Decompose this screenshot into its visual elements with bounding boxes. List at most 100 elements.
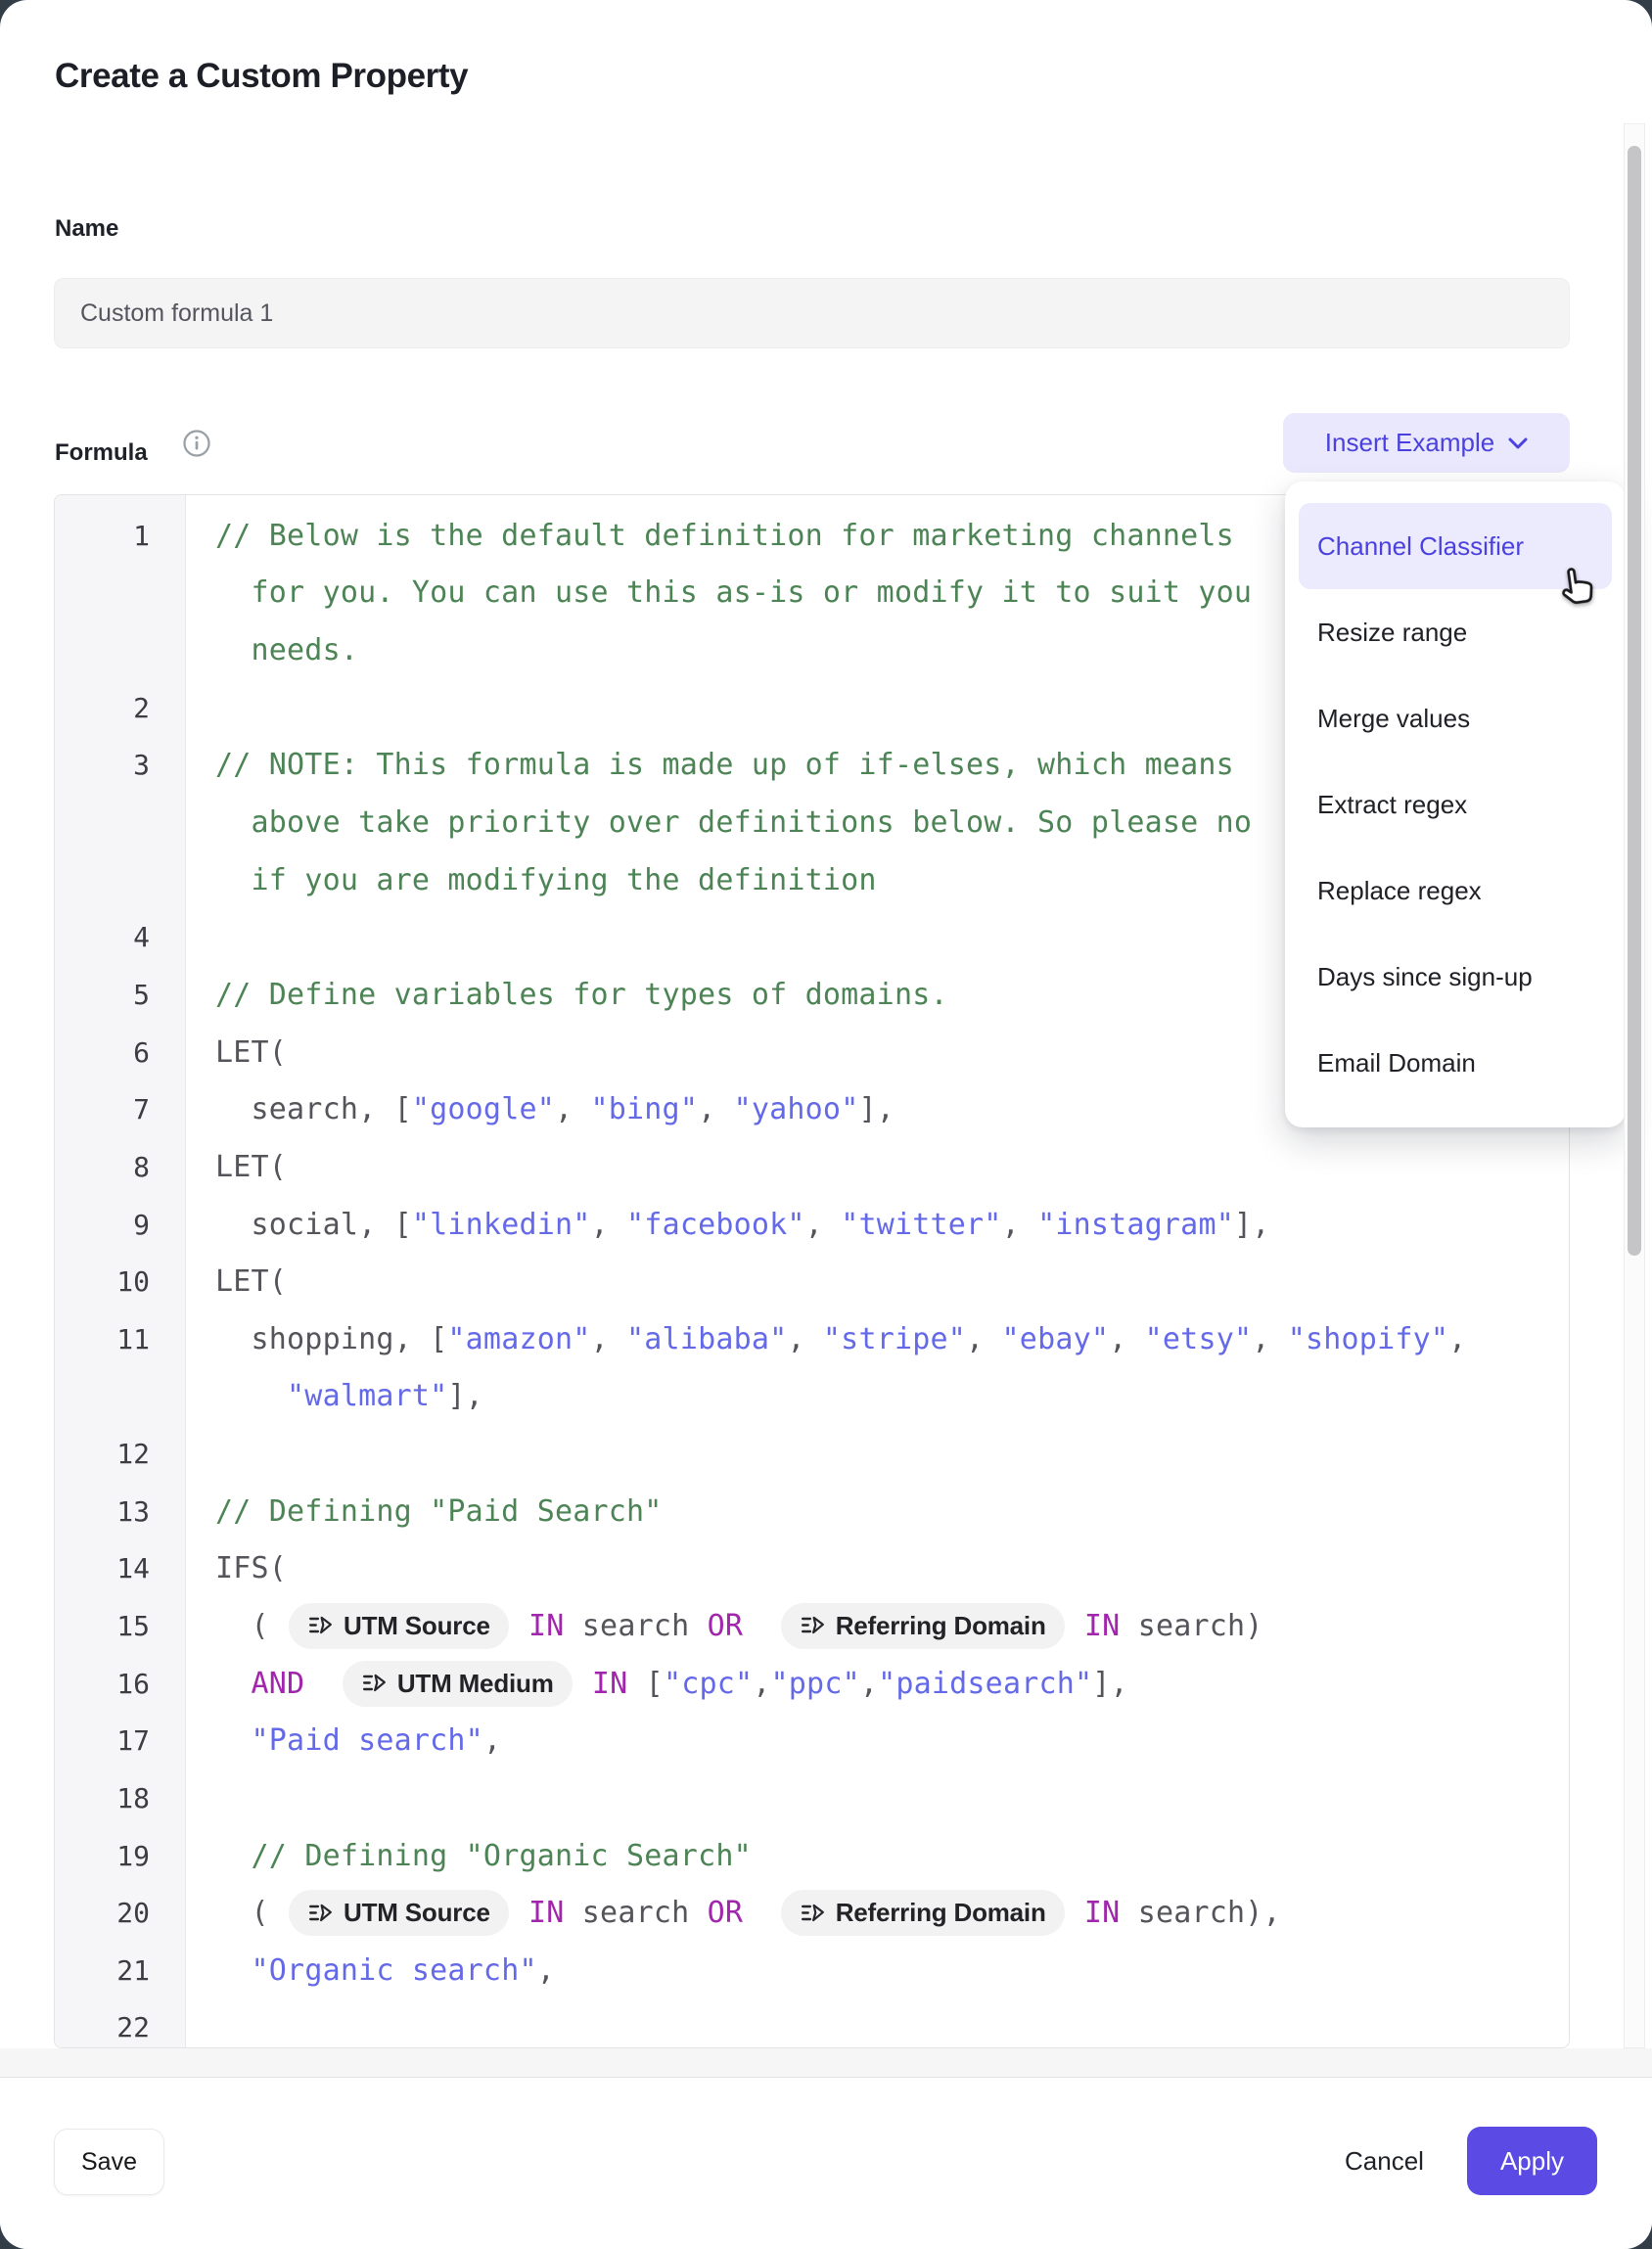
code-token-code: [511, 1609, 528, 1643]
code-line[interactable]: 12: [55, 1425, 1569, 1483]
code-line[interactable]: 8LET(: [55, 1138, 1569, 1196]
code-token-string: "walmart": [287, 1379, 447, 1413]
code-token-code: ,: [966, 1322, 1002, 1356]
code-token-code: LET(: [215, 1150, 287, 1184]
code-token-comment: if you are modifying the definition: [215, 863, 877, 897]
code-line[interactable]: 13// Defining "Paid Search": [55, 1483, 1569, 1540]
code-token-code: [574, 1667, 592, 1701]
insert-example-button[interactable]: Insert Example: [1283, 413, 1570, 473]
code-token-code: [511, 1896, 528, 1930]
code-line-content: ( UTM Source IN search OR Referring Doma…: [185, 1603, 1263, 1649]
footer-divider: [0, 2048, 1652, 2078]
code-token-code: [215, 1839, 252, 1873]
code-token-code: ,: [698, 1092, 734, 1126]
code-line[interactable]: 18: [55, 1769, 1569, 1827]
code-line[interactable]: 15 ( UTM Source IN search OR Referring D…: [55, 1597, 1569, 1655]
code-token-code: [743, 1609, 779, 1643]
code-line[interactable]: 11 shopping, ["amazon", "alibaba", "stri…: [55, 1310, 1569, 1368]
code-line-content: // NOTE: This formula is made up of if-e…: [185, 748, 1234, 782]
code-token-string: "ebay": [1002, 1322, 1110, 1356]
property-chip[interactable]: UTM Source: [289, 1603, 509, 1649]
menu-item-email-domain[interactable]: Email Domain: [1299, 1020, 1612, 1106]
line-number: 22: [55, 2011, 185, 2043]
footer-actions: Cancel Apply: [1345, 2127, 1597, 2195]
code-line[interactable]: "walmart"],: [55, 1368, 1569, 1426]
code-line-content: social, ["linkedin", "facebook", "twitte…: [185, 1208, 1270, 1242]
info-icon: [182, 429, 211, 458]
code-token-code: [: [627, 1667, 664, 1701]
code-token-code: IFS(: [215, 1551, 287, 1585]
modal-scrollbar[interactable]: [1624, 123, 1645, 2048]
code-token-comment: // Defining "Organic Search": [252, 1839, 752, 1873]
property-icon: [361, 1671, 387, 1696]
code-token-keyword: IN: [528, 1896, 565, 1930]
code-token-code: ,: [860, 1667, 878, 1701]
code-token-keyword: IN: [1084, 1609, 1121, 1643]
code-token-string: "cpc": [664, 1667, 753, 1701]
menu-item-merge-values[interactable]: Merge values: [1299, 675, 1612, 761]
code-token-code: search, [: [215, 1092, 412, 1126]
code-token-code: [304, 1667, 341, 1701]
code-token-code: [1067, 1896, 1084, 1930]
name-label: Name: [55, 215, 118, 243]
code-token-keyword: IN: [592, 1667, 628, 1701]
code-token-code: ,: [1002, 1208, 1038, 1242]
code-token-string: "shopify": [1288, 1322, 1448, 1356]
line-number: 7: [55, 1093, 185, 1125]
name-input[interactable]: [54, 278, 1570, 348]
code-line[interactable]: 17 "Paid search",: [55, 1712, 1569, 1769]
code-line[interactable]: 19 // Defining "Organic Search": [55, 1827, 1569, 1885]
line-number: 3: [55, 749, 185, 781]
property-chip[interactable]: Referring Domain: [781, 1603, 1065, 1649]
code-line[interactable]: 22: [55, 1999, 1569, 2048]
property-icon: [800, 1901, 825, 1926]
scrollbar-thumb[interactable]: [1628, 146, 1641, 1256]
line-number: 16: [55, 1668, 185, 1700]
code-line[interactable]: 14IFS(: [55, 1540, 1569, 1598]
chevron-down-icon: [1508, 436, 1528, 450]
cancel-button[interactable]: Cancel: [1345, 2146, 1424, 2177]
line-number: 5: [55, 979, 185, 1011]
code-line-content: IFS(: [185, 1551, 287, 1585]
create-custom-property-modal: Create a Custom Property Name Formula In…: [0, 0, 1652, 2249]
property-chip-label: Referring Domain: [836, 1611, 1046, 1641]
code-line[interactable]: 10LET(: [55, 1253, 1569, 1310]
menu-item-resize-range[interactable]: Resize range: [1299, 589, 1612, 675]
code-token-keyword: OR: [708, 1609, 744, 1643]
code-token-string: "instagram": [1037, 1208, 1234, 1242]
code-token-code: (: [215, 1896, 287, 1930]
code-line[interactable]: 21 "Organic search",: [55, 1942, 1569, 1999]
menu-item-days-since-sign-up[interactable]: Days since sign-up: [1299, 934, 1612, 1020]
code-token-code: LET(: [215, 1035, 287, 1070]
code-token-code: [215, 1667, 252, 1701]
code-token-keyword: OR: [708, 1896, 744, 1930]
code-line[interactable]: 9 social, ["linkedin", "facebook", "twit…: [55, 1196, 1569, 1254]
line-number: 9: [55, 1209, 185, 1241]
apply-button[interactable]: Apply: [1467, 2127, 1597, 2195]
code-token-code: ,: [805, 1208, 842, 1242]
save-button[interactable]: Save: [54, 2129, 164, 2195]
code-token-string: "twitter": [841, 1208, 1001, 1242]
menu-item-channel-classifier[interactable]: Channel Classifier: [1299, 503, 1612, 589]
code-line[interactable]: 16 AND UTM Medium IN ["cpc","ppc","paids…: [55, 1655, 1569, 1713]
property-chip[interactable]: Referring Domain: [781, 1890, 1065, 1936]
property-chip[interactable]: UTM Source: [289, 1890, 509, 1936]
code-line-content: LET(: [185, 1150, 287, 1184]
property-chip[interactable]: UTM Medium: [343, 1661, 573, 1707]
code-token-string: "Organic search": [252, 1953, 537, 1988]
menu-item-replace-regex[interactable]: Replace regex: [1299, 848, 1612, 934]
code-token-code: ],: [1234, 1208, 1270, 1242]
code-token-code: social, [: [215, 1208, 412, 1242]
code-token-keyword: IN: [528, 1609, 565, 1643]
code-line-content: ( UTM Source IN search OR Referring Doma…: [185, 1890, 1281, 1936]
code-token-comment: above take priority over definitions bel…: [215, 805, 1252, 840]
code-line-content: "Paid search",: [185, 1723, 501, 1758]
code-line-content: AND UTM Medium IN ["cpc","ppc","paidsear…: [185, 1661, 1128, 1707]
code-line-content: needs.: [185, 633, 358, 667]
code-token-code: search),: [1120, 1896, 1280, 1930]
line-number: 15: [55, 1610, 185, 1642]
code-line[interactable]: 20 ( UTM Source IN search OR Referring D…: [55, 1884, 1569, 1942]
menu-item-extract-regex[interactable]: Extract regex: [1299, 761, 1612, 848]
line-number: 13: [55, 1495, 185, 1528]
insert-example-menu: Channel ClassifierResize rangeMerge valu…: [1285, 482, 1626, 1127]
